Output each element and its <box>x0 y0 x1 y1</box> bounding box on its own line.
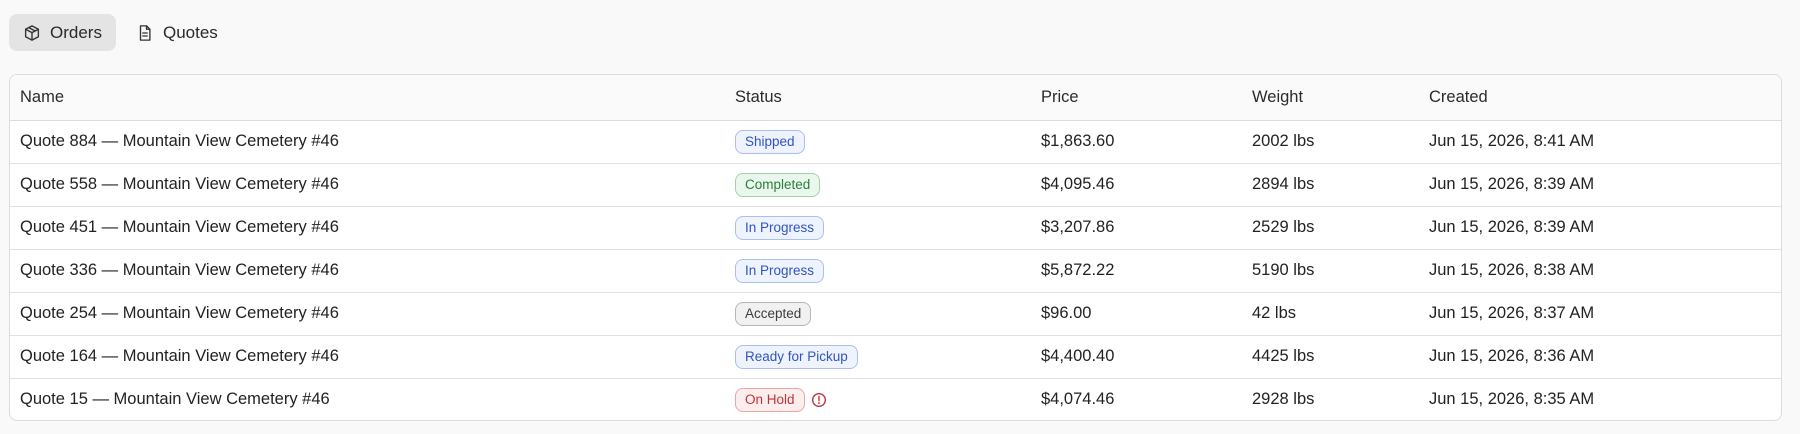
cell-created: Jun 15, 2026, 8:39 AM <box>1419 206 1781 250</box>
table-row[interactable]: Quote 558 — Mountain View Cemetery #46 Co… <box>10 163 1781 207</box>
cell-price: $4,095.46 <box>1031 163 1242 207</box>
status-badge: In Progress <box>735 215 825 240</box>
document-icon <box>139 24 151 41</box>
cell-weight: 4425 lbs <box>1242 335 1419 379</box>
cell-name: Quote 254 — Mountain View Cemetery #46 <box>10 292 725 336</box>
cell-status: Shipped <box>725 120 1031 164</box>
cell-created: Jun 15, 2026, 8:36 AM <box>1419 335 1781 379</box>
status-badge: Completed <box>735 172 821 197</box>
column-header-weight[interactable]: Weight <box>1242 75 1419 121</box>
cell-weight: 5190 lbs <box>1242 249 1419 293</box>
column-header-price[interactable]: Price <box>1031 75 1242 121</box>
cell-name: Quote 451 — Mountain View Cemetery #46 <box>10 206 725 250</box>
cell-created: Jun 15, 2026, 8:37 AM <box>1419 292 1781 336</box>
tab-quotes-label: Quotes <box>162 22 218 42</box>
cell-status: Ready for Pickup <box>725 335 1031 379</box>
cell-price: $5,872.22 <box>1031 249 1242 293</box>
cell-name: Quote 164 — Mountain View Cemetery #46 <box>10 335 725 379</box>
view-tabs: Orders Quotes <box>9 14 232 51</box>
status-badge: Accepted <box>735 301 812 326</box>
cell-name: Quote 336 — Mountain View Cemetery #46 <box>10 249 725 293</box>
cell-created: Jun 15, 2026, 8:35 AM <box>1429 390 1595 409</box>
cell-status: In Progress <box>725 206 1031 250</box>
table-row[interactable]: Quote 164 — Mountain View Cemetery #46 Re… <box>10 335 1781 379</box>
cell-status: On Hold <box>725 378 1031 420</box>
cell-weight: 2529 lbs <box>1242 206 1419 250</box>
cell-created: Jun 15, 2026, 8:39 AM <box>1419 163 1781 207</box>
cell-price: $4,400.40 <box>1031 335 1242 379</box>
table-row[interactable]: Quote 254 — Mountain View Cemetery #46 Ac… <box>10 292 1781 336</box>
cell-weight: 42 lbs <box>1242 292 1419 336</box>
table-row[interactable]: Quote 15 — Mountain View Cemetery #46 On … <box>10 378 1781 420</box>
alert-info-icon[interactable] <box>811 392 827 408</box>
column-header-created[interactable]: Created <box>1419 75 1781 121</box>
cell-status: Accepted <box>725 292 1031 336</box>
cell-price: $1,863.60 <box>1031 120 1242 164</box>
package-icon <box>24 24 40 41</box>
cell-created: Jun 15, 2026, 8:41 AM <box>1419 120 1781 164</box>
table-row[interactable]: Quote 884 — Mountain View Cemetery #46 Sh… <box>10 120 1781 164</box>
cell-weight: 2928 lbs <box>1252 390 1315 409</box>
status-badge: In Progress <box>735 258 825 283</box>
tab-orders[interactable]: Orders <box>9 14 116 51</box>
cell-name: Quote 884 — Mountain View Cemetery #46 <box>10 120 725 164</box>
status-badge: On Hold <box>735 387 805 412</box>
tab-orders-label: Orders <box>50 22 102 42</box>
cell-price: $96.00 <box>1031 292 1242 336</box>
cell-name: Quote 15 — Mountain View Cemetery #46 <box>20 390 330 409</box>
column-header-status[interactable]: Status <box>725 75 1031 121</box>
cell-created: Jun 15, 2026, 8:38 AM <box>1419 249 1781 293</box>
column-header-name[interactable]: Name <box>10 75 725 121</box>
cell-name: Quote 558 — Mountain View Cemetery #46 <box>10 163 725 207</box>
status-badge: Ready for Pickup <box>735 344 858 369</box>
status-badge: Shipped <box>735 129 805 154</box>
cell-price: $3,207.86 <box>1031 206 1242 250</box>
cell-weight: 2894 lbs <box>1242 163 1419 207</box>
table-header-row: Name Status Price Weight Created <box>10 75 1781 121</box>
table-row[interactable]: Quote 451 — Mountain View Cemetery #46 In… <box>10 206 1781 250</box>
tab-quotes[interactable]: Quotes <box>122 14 232 51</box>
cell-price: $4,074.46 <box>1041 390 1115 409</box>
cell-status: Completed <box>725 163 1031 207</box>
quotes-table: Name Status Price Weight Created Quote 8… <box>9 74 1782 421</box>
cell-weight: 2002 lbs <box>1242 120 1419 164</box>
cell-status: In Progress <box>725 249 1031 293</box>
table-row[interactable]: Quote 336 — Mountain View Cemetery #46 In… <box>10 249 1781 293</box>
